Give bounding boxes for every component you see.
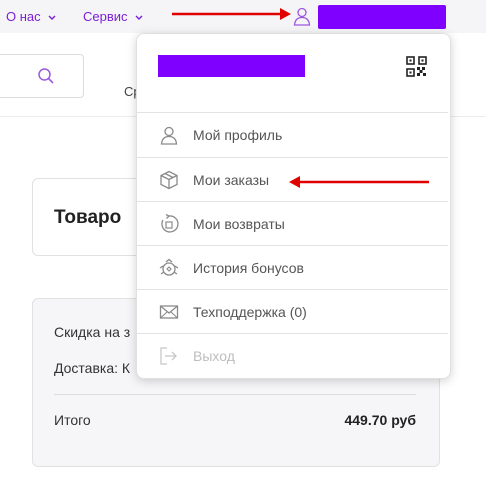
menu-item-label: Выход <box>193 348 235 364</box>
menu-item-support[interactable]: Техподдержка (0) <box>137 290 448 334</box>
menu-item-label: Техподдержка (0) <box>193 304 307 320</box>
qr-code-icon[interactable] <box>406 56 427 77</box>
user-icon <box>160 126 178 145</box>
menu-item-returns[interactable]: Мои возвраты <box>137 202 448 246</box>
bonus-icon <box>159 258 179 276</box>
total-value: 449.70 руб <box>344 412 416 428</box>
user-name-redacted[interactable] <box>318 5 446 29</box>
nav-about[interactable]: О нас <box>6 9 56 24</box>
chevron-down-icon <box>135 15 143 20</box>
summary-divider <box>54 394 416 395</box>
menu-item-bonus-history[interactable]: История бонусов <box>137 246 448 290</box>
box-icon <box>160 170 178 190</box>
mail-icon <box>159 305 179 319</box>
search-input[interactable] <box>0 54 84 98</box>
return-icon <box>161 214 179 233</box>
discount-text: Скидка на з <box>54 324 131 340</box>
products-card-title: Товаро <box>54 207 122 228</box>
nav-service-label: Сервис <box>83 9 128 24</box>
total-label: Итого <box>54 412 91 428</box>
annotation-arrow-icon <box>172 8 291 20</box>
chevron-down-icon <box>48 15 56 20</box>
nav-about-label: О нас <box>6 9 41 24</box>
dropdown-user-name-redacted <box>158 55 305 77</box>
menu-item-label: Мой профиль <box>193 127 283 143</box>
logout-icon <box>160 347 177 365</box>
delivery-text: Доставка: К <box>54 360 131 376</box>
menu-item-label: Мои заказы <box>193 172 270 188</box>
menu-item-logout[interactable]: Выход <box>137 334 448 378</box>
annotation-arrow-icon <box>289 176 429 188</box>
menu-item-label: Мои возвраты <box>193 216 285 232</box>
user-account-icon[interactable] <box>292 6 312 26</box>
search-icon[interactable] <box>37 67 55 85</box>
menu-item-label: История бонусов <box>193 260 304 276</box>
nav-service[interactable]: Сервис <box>83 9 143 24</box>
menu-item-profile[interactable]: Мой профиль <box>137 113 448 157</box>
